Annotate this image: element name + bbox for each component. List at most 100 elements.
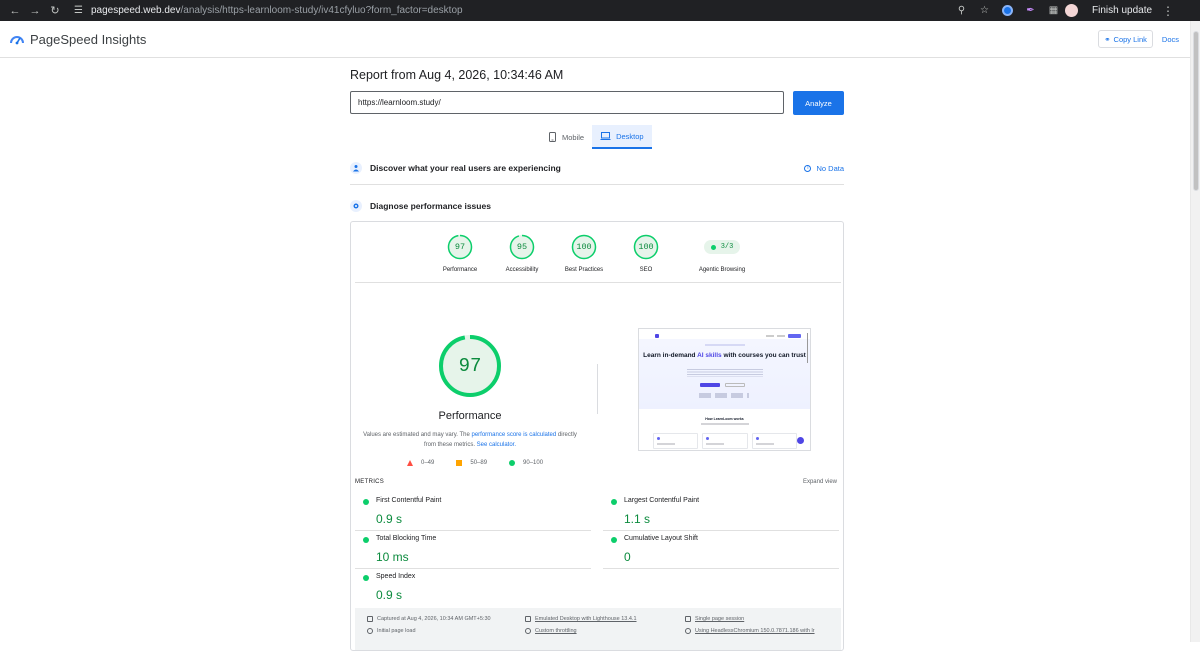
metric-name: First Contentful Paint <box>376 497 442 504</box>
copy-link-label: Copy Link <box>1113 34 1147 44</box>
performance-label: Performance <box>438 410 502 422</box>
metric-value: 0 <box>624 550 631 564</box>
legend-average: 50–89 <box>470 460 488 466</box>
pass-dot-icon <box>363 537 369 543</box>
users-session-icon <box>685 616 691 622</box>
gauge-accessibility[interactable]: 95 Accessibility <box>491 234 553 273</box>
note-prefix: Values are estimated and may vary. The <box>363 432 472 438</box>
psi-logo-icon <box>10 36 24 45</box>
gauge-label: Best Practices <box>564 267 604 273</box>
back-arrow-icon[interactable]: ← <box>8 4 22 18</box>
diagnose-heading: Diagnose performance issues <box>370 201 491 211</box>
diagnose-section: Diagnose performance issues <box>350 200 844 212</box>
gauge-seo[interactable]: 100 SEO <box>615 234 677 273</box>
metric-divider <box>355 568 591 569</box>
mobile-phone-icon <box>549 132 556 142</box>
score-legend: 0–49 50–89 90–100 <box>407 460 543 466</box>
final-screenshot-thumbnail[interactable]: Learn in-demand AI skills with courses y… <box>638 328 811 451</box>
metric-divider <box>603 568 839 569</box>
gauge-value: 100 <box>576 242 592 252</box>
forward-arrow-icon[interactable]: → <box>28 4 42 18</box>
metric-divider <box>355 530 591 531</box>
gauge-value: 100 <box>638 242 654 252</box>
browser-toolbar: ← → ↻ ☰ pagespeed.web.dev/analysis/https… <box>0 0 1200 21</box>
info-icon: i <box>804 164 812 172</box>
bookmark-star-icon[interactable]: ☆ <box>979 5 990 16</box>
browser-version[interactable]: Using HeadlessChromium 150.0.7871.186 wi… <box>685 628 815 634</box>
gauge-label: SEO <box>639 267 653 273</box>
lighthouse-report-card: 97 Performance 95 Accessibility 100 Best… <box>350 221 844 651</box>
psi-header: PageSpeed Insights ⚭ Copy Link Docs <box>0 21 1190 58</box>
gauge-value: 97 <box>454 242 466 252</box>
browser-menu-icon[interactable]: ⋮ <box>1162 4 1174 18</box>
average-square-icon <box>456 460 463 466</box>
throttling[interactable]: Custom throttling <box>525 628 577 634</box>
extensions-puzzle-icon[interactable]: ▦ <box>1048 5 1059 16</box>
emulated-device[interactable]: Emulated Desktop with Lighthouse 13.4.1 <box>525 616 637 622</box>
tab-mobile[interactable]: Mobile <box>540 125 592 149</box>
gauge-agentic-browsing[interactable]: 3/3 Agentic Browsing <box>677 234 767 273</box>
tab-mobile-label: Mobile <box>562 132 585 142</box>
expand-view-toggle[interactable]: Expand view <box>803 479 837 485</box>
no-data-label: No Data <box>816 163 844 173</box>
metrics-header: METRICS Expand view <box>355 479 837 485</box>
metric-lcp: Largest Contentful Paint 1.1 s <box>603 494 833 532</box>
gauge-value: 95 <box>516 242 528 252</box>
desktop-device-icon <box>525 616 531 622</box>
gauge-performance[interactable]: 97 Performance <box>429 234 491 273</box>
tab-desktop[interactable]: Desktop <box>592 125 652 149</box>
thumb-hero: Learn in-demand AI skills with courses y… <box>639 339 810 409</box>
metric-cls: Cumulative Layout Shift 0 <box>603 532 833 570</box>
pass-dot-icon <box>363 575 369 581</box>
users-icon <box>350 162 362 174</box>
gauge-label: Agentic Browsing <box>698 267 746 273</box>
pass-dot-icon <box>363 499 369 505</box>
metrics-label: METRICS <box>355 479 385 485</box>
address-bar[interactable]: ☰ pagespeed.web.dev/analysis/https-learn… <box>74 5 934 16</box>
reload-icon[interactable]: ↻ <box>48 4 62 18</box>
timer-icon <box>367 628 373 634</box>
section-divider <box>350 184 844 185</box>
link-icon: ⚭ <box>1104 34 1111 44</box>
session-type[interactable]: Single page session <box>685 616 744 622</box>
pass-dot-icon <box>611 537 617 543</box>
metric-speed-index: Speed Index 0.9 s <box>355 570 585 608</box>
site-info-icon[interactable]: ☰ <box>74 5 83 16</box>
pass-dot-icon <box>710 244 716 250</box>
zoom-icon[interactable]: ⚲ <box>956 5 967 16</box>
score-calculated-link[interactable]: performance score is calculated <box>472 432 557 438</box>
finish-update-button[interactable]: Finish update <box>1086 5 1158 16</box>
card-divider <box>355 282 841 283</box>
captured-at: Captured at Aug 4, 2026, 10:34 AM GMT+5:… <box>367 616 491 622</box>
thumb-chat-icon <box>797 437 804 444</box>
runtime-settings: Captured at Aug 4, 2026, 10:34 AM GMT+5:… <box>355 608 841 650</box>
metric-name: Total Blocking Time <box>376 535 437 542</box>
docs-link[interactable]: Docs <box>1159 35 1182 44</box>
laptop-icon <box>600 132 611 140</box>
calendar-icon <box>367 616 373 622</box>
gauge-label: Accessibility <box>505 267 539 273</box>
copy-link-button[interactable]: ⚭ Copy Link <box>1098 30 1153 48</box>
metric-value: 0.9 s <box>376 512 403 526</box>
gauge-best-practices[interactable]: 100 Best Practices <box>553 234 615 273</box>
agentic-value: 3/3 <box>720 243 734 251</box>
extension-blue-icon[interactable] <box>1002 5 1013 16</box>
extension-feather-icon[interactable]: ✒ <box>1025 5 1036 16</box>
metric-tbt: Total Blocking Time 10 ms <box>355 532 585 570</box>
analyze-button[interactable]: Analyze <box>793 91 844 115</box>
tab-desktop-label: Desktop <box>616 131 644 141</box>
see-calculator-link[interactable]: See calculator. <box>477 442 516 448</box>
scrollbar-thumb[interactable] <box>1193 31 1199 191</box>
agentic-pill: 3/3 <box>703 240 741 254</box>
no-data-indicator[interactable]: i No Data <box>804 164 844 173</box>
page-scrollbar[interactable] <box>1190 21 1200 642</box>
legend-pass: 90–100 <box>523 460 544 466</box>
metric-value: 10 ms <box>376 550 409 564</box>
fail-triangle-icon <box>407 460 413 466</box>
psi-logo[interactable]: PageSpeed Insights <box>10 32 146 47</box>
report-title: Report from Aug 4, 2026, 10:34:46 AM <box>350 68 564 82</box>
url-input[interactable] <box>350 91 784 114</box>
legend-fail: 0–49 <box>421 460 435 466</box>
url-host: pagespeed.web.dev <box>90 5 181 16</box>
profile-avatar[interactable] <box>1065 4 1078 17</box>
